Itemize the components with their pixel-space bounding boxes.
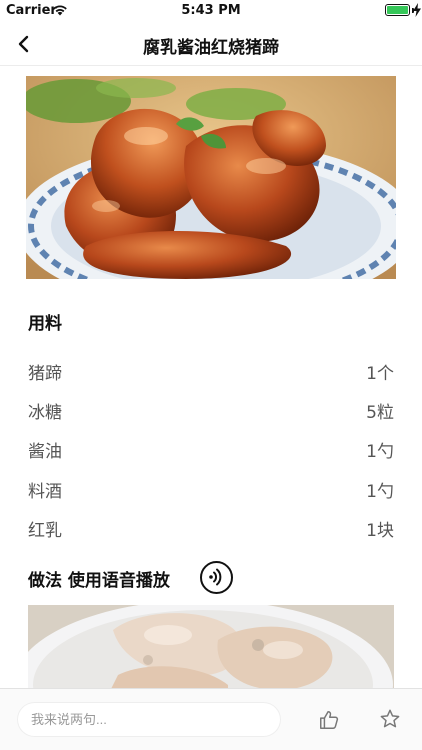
ingredient-row: 冰糖 5粒 [28, 398, 394, 423]
ingredient-name: 红乳 [28, 521, 62, 541]
ingredient-name: 酱油 [28, 442, 62, 462]
bottom-action-bar [0, 688, 422, 750]
ingredient-amount: 1块 [366, 521, 394, 541]
status-bar: Carrier 5:43 PM [0, 0, 422, 22]
ingredient-row: 红乳 1块 [28, 516, 394, 541]
voice-play-button[interactable] [200, 561, 233, 594]
method-title: 做法 使用语音播放 [28, 571, 170, 591]
recipe-hero-image [26, 76, 396, 279]
navigation-bar: 腐乳酱油红烧猪蹄 [0, 22, 422, 66]
star-icon[interactable] [379, 708, 401, 730]
battery-icon [385, 4, 410, 16]
ingredient-amount: 5粒 [366, 403, 394, 423]
ingredient-row: 猪蹄 1个 [28, 359, 394, 384]
voice-wave-icon [209, 568, 222, 586]
ingredient-row: 料酒 1勺 [28, 477, 394, 502]
ingredient-name: 冰糖 [28, 403, 62, 423]
ingredient-row: 酱油 1勺 [28, 437, 394, 462]
ingredient-amount: 1勺 [366, 442, 394, 462]
ingredient-amount: 1勺 [366, 482, 394, 502]
thumbs-up-icon[interactable] [318, 709, 340, 731]
ingredient-amount: 1个 [366, 364, 394, 384]
step-image [28, 605, 394, 695]
ingredient-name: 料酒 [28, 482, 62, 502]
page-title: 腐乳酱油红烧猪蹄 [143, 38, 279, 58]
ingredient-name: 猪蹄 [28, 364, 62, 384]
charging-bolt-icon [413, 3, 421, 17]
comment-input[interactable] [17, 702, 281, 737]
chevron-left-icon[interactable] [12, 30, 38, 58]
battery-level [387, 6, 408, 14]
clock: 5:43 PM [181, 3, 241, 18]
ingredients-title: 用料 [28, 314, 62, 334]
